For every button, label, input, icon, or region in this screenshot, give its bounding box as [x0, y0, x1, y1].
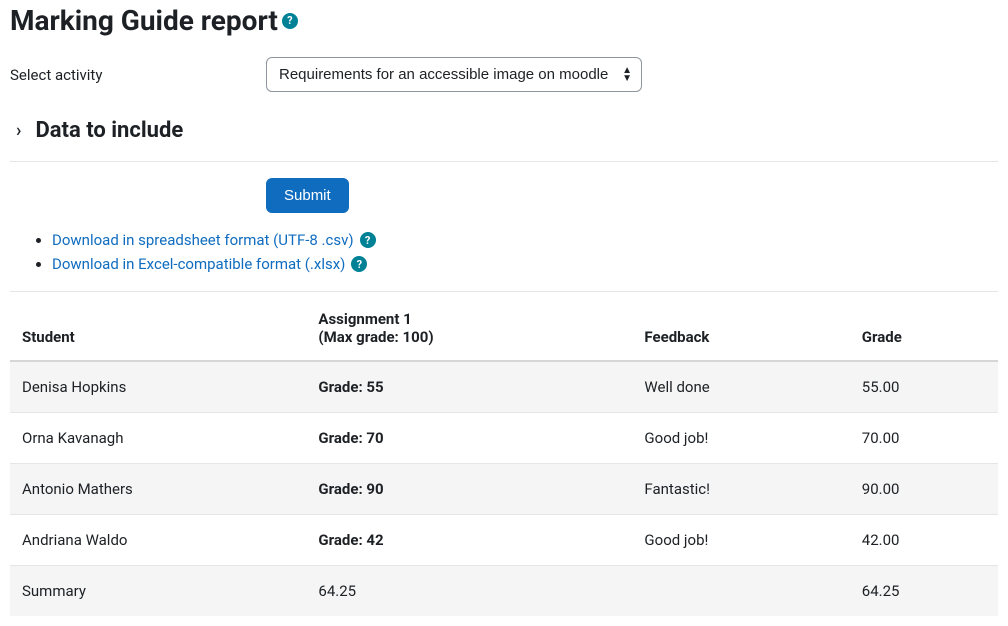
col-header-feedback: Feedback: [632, 292, 849, 362]
chevron-right-icon: ›: [16, 120, 21, 141]
cell-grade: 42.00: [850, 515, 998, 566]
cell-grade: 55.00: [850, 361, 998, 413]
report-table: Student Assignment 1 (Max grade: 100) Fe…: [10, 291, 998, 616]
cell-grade: 90.00: [850, 464, 998, 515]
cell-feedback: Good job!: [632, 515, 849, 566]
section-rule: [10, 161, 998, 162]
table-row: Orna Kavanagh Grade: 70 Good job! 70.00: [10, 413, 998, 464]
table-row: Denisa Hopkins Grade: 55 Well done 55.00: [10, 361, 998, 413]
submit-button[interactable]: Submit: [266, 178, 349, 213]
data-to-include-toggle[interactable]: › Data to include: [10, 118, 998, 143]
activity-select-label: Select activity: [10, 66, 266, 84]
page-title: Marking Guide report ?: [10, 4, 998, 37]
cell-student: Orna Kavanagh: [10, 413, 306, 464]
cell-assignment: Grade: 90: [306, 464, 632, 515]
activity-select-row: Select activity Requirements for an acce…: [10, 57, 998, 92]
data-to-include-heading: Data to include: [35, 118, 183, 143]
cell-feedback: Well done: [632, 361, 849, 413]
cell-student: Summary: [10, 566, 306, 617]
cell-assignment: 64.25: [306, 566, 632, 617]
activity-select-wrap: Requirements for an accessible image on …: [266, 57, 642, 92]
download-csv-link[interactable]: Download in spreadsheet format (UTF-8 .c…: [52, 231, 354, 249]
help-icon[interactable]: ?: [360, 232, 376, 248]
col-header-student: Student: [10, 292, 306, 362]
table-row: Antonio Mathers Grade: 90 Fantastic! 90.…: [10, 464, 998, 515]
cell-feedback: Good job!: [632, 413, 849, 464]
col-header-assignment: Assignment 1 (Max grade: 100): [306, 292, 632, 362]
cell-student: Denisa Hopkins: [10, 361, 306, 413]
download-xlsx-link[interactable]: Download in Excel-compatible format (.xl…: [52, 255, 345, 273]
help-icon[interactable]: ?: [282, 13, 298, 29]
submit-row: Submit: [10, 178, 998, 213]
col-header-assignment-line1: Assignment 1: [318, 310, 411, 328]
cell-grade: 70.00: [850, 413, 998, 464]
cell-grade: 64.25: [850, 566, 998, 617]
cell-student: Antonio Mathers: [10, 464, 306, 515]
cell-feedback: Fantastic!: [632, 464, 849, 515]
cell-assignment: Grade: 55: [306, 361, 632, 413]
table-row: Andriana Waldo Grade: 42 Good job! 42.00: [10, 515, 998, 566]
list-item: Download in spreadsheet format (UTF-8 .c…: [52, 231, 998, 249]
help-icon[interactable]: ?: [351, 256, 367, 272]
download-list: Download in spreadsheet format (UTF-8 .c…: [10, 231, 998, 273]
list-item: Download in Excel-compatible format (.xl…: [52, 255, 998, 273]
page-title-text: Marking Guide report: [10, 4, 278, 37]
activity-select[interactable]: Requirements for an accessible image on …: [266, 57, 642, 92]
cell-student: Andriana Waldo: [10, 515, 306, 566]
cell-feedback: [632, 566, 849, 617]
table-row-summary: Summary 64.25 64.25: [10, 566, 998, 617]
col-header-grade: Grade: [850, 292, 998, 362]
col-header-assignment-line2: (Max grade: 100): [318, 328, 433, 346]
cell-assignment: Grade: 70: [306, 413, 632, 464]
cell-assignment: Grade: 42: [306, 515, 632, 566]
